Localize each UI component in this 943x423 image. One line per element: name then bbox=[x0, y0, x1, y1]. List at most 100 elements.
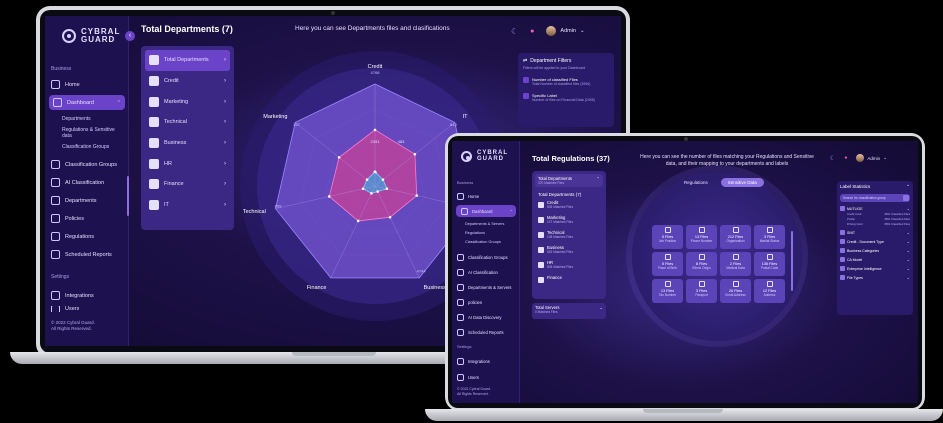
sidebar-sub-departments-servers[interactable]: Departments & Servers bbox=[452, 220, 520, 229]
bell-icon[interactable]: ● bbox=[844, 155, 847, 161]
sidebar-item-policies[interactable]: policies bbox=[452, 296, 520, 308]
dept-item-finance[interactable]: Finance › bbox=[145, 174, 230, 195]
sidebar-item-users[interactable]: Users bbox=[45, 306, 79, 312]
dept-item-hr[interactable]: HR › bbox=[145, 153, 230, 174]
logo-mark-icon bbox=[62, 29, 76, 43]
department-item-marketing[interactable]: Marketing 107 Matched Files bbox=[535, 214, 603, 229]
checkbox-checked-icon[interactable] bbox=[523, 93, 529, 99]
total-departments-dropdown[interactable]: Total Departments ⌃ 370 Matched Files bbox=[535, 174, 603, 187]
label-category[interactable]: File Types ⌄ bbox=[840, 275, 910, 280]
department-item-finance[interactable]: Finance bbox=[535, 274, 603, 289]
radar-point[interactable] bbox=[327, 195, 331, 198]
sidebar-scrollbar[interactable] bbox=[127, 176, 129, 216]
logo[interactable]: CYBRAL GUARD bbox=[62, 28, 120, 44]
sidebar-item-home[interactable]: Home bbox=[452, 190, 520, 202]
sidebar-item-dashboard[interactable]: Dashboard ⌃ bbox=[456, 205, 516, 217]
radar-point[interactable] bbox=[385, 187, 389, 191]
bell-icon[interactable]: ● bbox=[530, 28, 534, 35]
radar-point[interactable] bbox=[413, 152, 417, 156]
chevron-up-icon: ⌃ bbox=[116, 99, 121, 106]
department-item-technical[interactable]: Technical 108 Matched Files bbox=[535, 229, 603, 244]
sidebar-sub-classification-groups[interactable]: Classification Groups bbox=[45, 142, 129, 153]
dept-item-technical[interactable]: Technical › bbox=[145, 112, 230, 133]
department-item-business[interactable]: Business 815 Matched Files bbox=[535, 244, 603, 259]
department-item-hr[interactable]: HR 805 Matched Files bbox=[535, 259, 603, 274]
ai-icon bbox=[457, 268, 464, 276]
label-category[interactable]: MUTLIGE ⌄ bbox=[840, 206, 910, 211]
sidebar-sub-classification-groups[interactable]: Classification Groups bbox=[452, 238, 520, 247]
sensitive-data-tile[interactable]: 5 Files Job Position bbox=[652, 225, 683, 249]
sidebar-sub-regulations[interactable]: Regulations bbox=[452, 229, 520, 238]
sensitive-data-tile[interactable]: 13 Files Tax Number bbox=[652, 279, 683, 303]
grid-scrollbar[interactable] bbox=[791, 231, 793, 291]
sensitive-data-tile[interactable]: 13 Files Phone Number bbox=[686, 225, 717, 249]
radar-point[interactable] bbox=[373, 128, 377, 132]
sensitive-data-tile[interactable]: 8 Files Ethnic Origin bbox=[686, 252, 717, 276]
sensitive-data-tile[interactable]: 3 Files Marital Status bbox=[754, 225, 785, 249]
tab-sensitive-data[interactable]: Sensitive Data bbox=[720, 178, 764, 187]
sidebar-sub-regulations[interactable]: Regulations & Sensitive data bbox=[45, 127, 129, 139]
label-category[interactable]: Enterprise Intelligence ⌄ bbox=[840, 266, 910, 271]
user-menu[interactable]: Admin ⌄ bbox=[856, 154, 887, 162]
chevron-down-icon: ⌄ bbox=[906, 230, 910, 235]
sidebar-item-integrations[interactable]: Integrations bbox=[45, 288, 94, 303]
sidebar-sub-departments[interactable]: Departments bbox=[45, 114, 129, 125]
tab-regulations[interactable]: Regulations bbox=[677, 178, 715, 187]
dept-item-marketing[interactable]: Marketing › bbox=[145, 91, 230, 112]
sidebar-item-classification-groups[interactable]: Classification Groups bbox=[45, 157, 129, 172]
sidebar-item-policies[interactable]: Policies bbox=[45, 211, 129, 226]
radar-point[interactable] bbox=[388, 215, 392, 219]
label-search-input[interactable]: Search for classification group bbox=[840, 194, 910, 202]
sidebar-item-departments-servers[interactable]: Departments & Servers bbox=[452, 281, 520, 293]
sidebar-item-scheduled-reports[interactable]: Scheduled Reports bbox=[45, 247, 129, 262]
sidebar-item-ai-classification[interactable]: AI Classification bbox=[45, 175, 129, 190]
sensitive-data-tile[interactable]: 136 Files Postal Code bbox=[754, 252, 785, 276]
sidebar-item-departments[interactable]: Departments bbox=[45, 193, 129, 208]
sidebar-item-regulations[interactable]: Regulations bbox=[45, 229, 129, 244]
search-icon[interactable] bbox=[903, 195, 909, 201]
user-menu[interactable]: Admin ⌄ bbox=[546, 26, 585, 36]
radar-point[interactable] bbox=[337, 156, 341, 159]
selected-department[interactable]: Total Departments (7) bbox=[535, 190, 603, 199]
sensitive-data-tile[interactable]: 26 Files Email Address bbox=[720, 279, 751, 303]
sidebar-item-ai-classification[interactable]: AI Classification bbox=[452, 266, 520, 278]
department-item-credit[interactable]: Credit 505 Matched Files bbox=[535, 199, 603, 214]
filter-option-classified[interactable]: Number of classified Files Total Number o… bbox=[523, 77, 609, 86]
radar-point[interactable] bbox=[376, 190, 379, 193]
total-servers-dropdown[interactable]: Total Servers ⌄ 0 Matched Files bbox=[532, 303, 606, 319]
radar-axis-label: Finance bbox=[307, 285, 327, 291]
sidebar-item-dashboard[interactable]: Dashboard ⌃ bbox=[49, 95, 125, 110]
radar-point[interactable] bbox=[361, 187, 365, 191]
sidebar-item-home[interactable]: Home bbox=[45, 77, 129, 92]
moon-icon[interactable]: ☾ bbox=[511, 27, 518, 36]
sidebar-item-scheduled-reports[interactable]: Scheduled Reports bbox=[452, 326, 520, 338]
label-category[interactable]: CA Model ⌄ bbox=[840, 257, 910, 262]
logo[interactable]: CYBRAL GUARD bbox=[461, 150, 508, 162]
sensitive-data-tile[interactable]: 3 Files Passport bbox=[686, 279, 717, 303]
radar-point[interactable] bbox=[370, 192, 373, 195]
dept-item-business[interactable]: Business › bbox=[145, 133, 230, 154]
moon-icon[interactable]: ☾ bbox=[830, 155, 835, 162]
sensitive-data-tile[interactable]: 5 Files Place of Birth bbox=[652, 252, 683, 276]
sensitive-data-tile[interactable]: 12 Files Address bbox=[754, 279, 785, 303]
sidebar-item-users[interactable]: Users bbox=[452, 371, 479, 383]
sensitive-data-tile[interactable]: 2 Files Medical Data bbox=[720, 252, 751, 276]
radar-point[interactable] bbox=[381, 178, 385, 181]
dept-item-total[interactable]: Total Departments › bbox=[145, 50, 230, 71]
dept-item-it[interactable]: IT › bbox=[145, 195, 230, 216]
sidebar-item-integrations[interactable]: Integrations bbox=[452, 355, 490, 367]
label-category[interactable]: Credit - Document Type ⌄ bbox=[840, 239, 910, 244]
sidebar-item-ai-data-discovery[interactable]: AI Data Discovery bbox=[452, 311, 520, 323]
radar-point[interactable] bbox=[415, 194, 419, 197]
radar-point[interactable] bbox=[365, 178, 369, 181]
collapse-sidebar-button[interactable]: ‹ bbox=[125, 31, 135, 41]
radar-point[interactable] bbox=[356, 219, 360, 223]
label-category[interactable]: Business Categories ⌄ bbox=[840, 248, 910, 253]
label-category[interactable]: SNIT ⌄ bbox=[840, 230, 910, 235]
sidebar-item-classification-groups[interactable]: Classification Groups bbox=[452, 251, 520, 263]
dept-item-credit[interactable]: Credit › bbox=[145, 71, 230, 92]
checkbox-checked-icon[interactable] bbox=[523, 77, 529, 83]
sensitive-data-tile[interactable]: 212 Files Organization bbox=[720, 225, 751, 249]
chevron-down-icon: ⌄ bbox=[906, 275, 910, 280]
filter-option-specific-label[interactable]: Specific Label Number of files on Financi… bbox=[523, 93, 609, 102]
